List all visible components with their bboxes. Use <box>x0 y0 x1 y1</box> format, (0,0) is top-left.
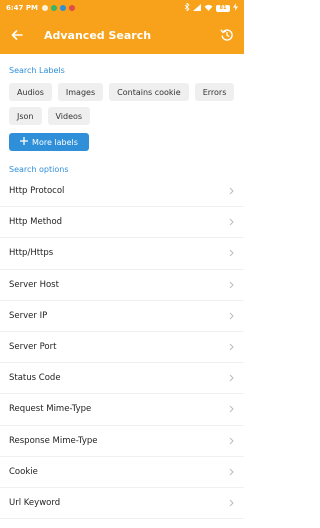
option-server-ip[interactable]: Server IP <box>0 301 244 332</box>
charging-icon <box>233 3 238 13</box>
plus-icon <box>19 136 29 147</box>
chevron-right-icon <box>227 186 235 196</box>
search-options-list: Http Protocol Http Method Http/Https Ser… <box>0 176 244 520</box>
chip-contains-cookie[interactable]: Contains cookie <box>109 83 189 101</box>
status-right-icons: 81 <box>184 2 238 13</box>
option-url-keyword[interactable]: Url Keyword <box>0 488 244 520</box>
label-chips: Audios Images Contains cookie Errors Jso… <box>0 83 244 125</box>
status-notification-icons <box>41 5 75 11</box>
chevron-right-icon <box>227 436 235 446</box>
chevron-right-icon <box>227 467 235 477</box>
chevron-right-icon <box>227 404 235 414</box>
chevron-right-icon <box>227 311 235 321</box>
option-response-mime-type[interactable]: Response Mime-Type <box>0 426 244 457</box>
status-time: 6:47 PM <box>6 4 38 12</box>
reset-history-icon[interactable] <box>218 26 236 44</box>
app-dot-icon <box>68 5 75 11</box>
notification-dot-icon <box>41 5 48 11</box>
option-http-protocol[interactable]: Http Protocol <box>0 176 244 208</box>
option-server-host[interactable]: Server Host <box>0 270 244 301</box>
option-http-method[interactable]: Http Method <box>0 207 244 239</box>
option-cookie[interactable]: Cookie <box>0 457 244 488</box>
option-label: Server Host <box>9 279 59 290</box>
chip-videos[interactable]: Videos <box>47 107 91 125</box>
option-label: Cookie <box>9 466 38 477</box>
option-status-code[interactable]: Status Code <box>0 363 244 395</box>
option-server-port[interactable]: Server Port <box>0 332 244 364</box>
arrow-left-icon[interactable] <box>8 26 26 44</box>
chip-json[interactable]: Json <box>9 107 42 125</box>
option-label: Http/Https <box>9 248 54 259</box>
option-label: Server Port <box>9 342 57 353</box>
option-label: Request Mime-Type <box>9 404 92 415</box>
chevron-right-icon <box>227 373 235 383</box>
wifi-icon <box>204 4 213 13</box>
bluetooth-icon <box>184 2 190 13</box>
status-bar: 6:47 PM 81 <box>0 0 244 16</box>
battery-icon: 81 <box>216 4 230 12</box>
option-label: Server IP <box>9 310 48 321</box>
chevron-right-icon <box>227 280 235 290</box>
app-dot-icon <box>50 5 57 11</box>
option-label: Url Keyword <box>9 497 61 508</box>
option-http-https[interactable]: Http/Https <box>0 238 244 270</box>
app-bar: Advanced Search <box>0 16 244 54</box>
option-label: Response Mime-Type <box>9 435 98 446</box>
search-options-heading: Search options <box>9 165 69 174</box>
more-labels-label: More labels <box>32 137 78 147</box>
chevron-right-icon <box>227 248 235 258</box>
chevron-right-icon <box>227 342 235 352</box>
option-label: Status Code <box>9 373 61 384</box>
chip-images[interactable]: Images <box>57 83 104 101</box>
option-label: Http Method <box>9 217 63 228</box>
signal-icon <box>193 3 201 13</box>
app-dot-icon <box>59 5 66 11</box>
search-labels-heading: Search Labels <box>9 66 65 75</box>
option-request-mime-type[interactable]: Request Mime-Type <box>0 394 244 426</box>
chip-audios[interactable]: Audios <box>9 83 52 101</box>
page-title: Advanced Search <box>44 28 152 42</box>
option-label: Http Protocol <box>9 186 65 197</box>
more-labels-button[interactable]: More labels <box>9 133 89 151</box>
chevron-right-icon <box>227 217 235 227</box>
chevron-right-icon <box>227 498 235 508</box>
chip-errors[interactable]: Errors <box>194 83 235 101</box>
